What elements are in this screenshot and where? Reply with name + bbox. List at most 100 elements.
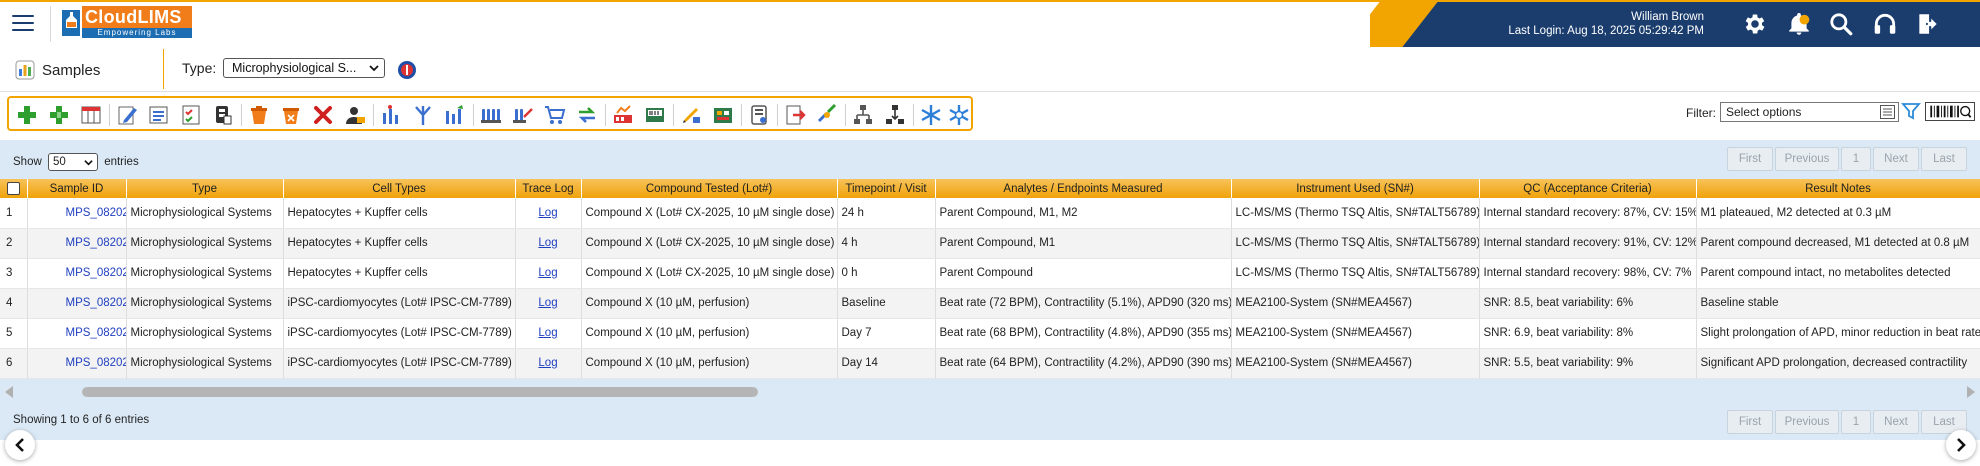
timepoint-cell: Baseline [837, 288, 936, 319]
app-logo[interactable]: CloudLIMS Empowering Labs [60, 6, 192, 40]
trace-log-link[interactable]: Log [538, 357, 557, 369]
sample-id-link[interactable]: MPS_082025-3 [27, 198, 127, 229]
page-size-select[interactable]: 50 [47, 153, 98, 171]
clipboard-stack-icon[interactable] [211, 103, 235, 127]
box-store-icon[interactable] [711, 103, 735, 127]
column-header[interactable]: QC (Acceptance Criteria) [1479, 179, 1697, 198]
cart-icon[interactable] [543, 103, 567, 127]
type-cell: Microphysiological Systems [126, 258, 284, 289]
next-page-button[interactable]: Next [1873, 147, 1919, 171]
search-icon[interactable] [1828, 11, 1854, 37]
select-all-checkbox[interactable] [6, 182, 20, 195]
sample-id-link[interactable]: MPS_082025-1 [27, 258, 127, 289]
trace-log-link[interactable]: Log [538, 207, 557, 219]
chart-stack-icon[interactable] [611, 103, 635, 127]
horizontal-scrollbar[interactable] [0, 383, 1980, 400]
trace-log-cell: Log [515, 318, 582, 349]
column-header[interactable]: Result Notes [1696, 179, 1980, 198]
trace-log-cell: Log [515, 228, 582, 259]
filter-funnel-icon[interactable] [1901, 101, 1921, 121]
scroll-left-arrow-icon[interactable] [5, 386, 13, 398]
chevron-left-icon [15, 438, 24, 452]
column-header[interactable]: Compound Tested (Lot#) [581, 179, 838, 198]
type-cell: Microphysiological Systems [126, 288, 284, 319]
logout-icon[interactable] [1915, 11, 1941, 37]
page-title: Samples [42, 62, 101, 79]
assign-user-icon[interactable] [343, 103, 367, 127]
tree-out-icon[interactable] [883, 103, 907, 127]
hamburger-menu-icon[interactable] [12, 15, 34, 31]
tree-in-icon[interactable] [851, 103, 875, 127]
first-page-button[interactable]: First [1727, 147, 1773, 171]
trace-log-cell: Log [515, 348, 582, 379]
page-1-button[interactable]: 1 [1841, 410, 1871, 434]
column-header[interactable]: Cell Types [283, 179, 516, 198]
table-row[interactable]: 6 MPS_082025-6 Microphysiological System… [0, 348, 1980, 379]
trace-log-link[interactable]: Log [538, 237, 557, 249]
next-page-button[interactable]: Next [1873, 410, 1919, 434]
trace-log-link[interactable]: Log [538, 327, 557, 339]
freeze-icon[interactable] [919, 103, 943, 127]
scrollbar-thumb[interactable] [82, 387, 758, 397]
gear-icon[interactable] [1742, 11, 1768, 37]
export-icon[interactable] [783, 103, 807, 127]
report-icon[interactable] [747, 103, 771, 127]
row-number: 4 [0, 288, 28, 319]
columns-icon[interactable] [79, 103, 103, 127]
fork-icon[interactable] [411, 103, 435, 127]
trace-log-link[interactable]: Log [538, 297, 557, 309]
page-1-button[interactable]: 1 [1841, 147, 1871, 171]
info-globe-icon[interactable] [397, 60, 417, 80]
filter-select[interactable]: Select options [1720, 102, 1899, 122]
table-row[interactable]: 5 MPS_082025-5 Microphysiological System… [0, 318, 1980, 349]
column-header[interactable]: Trace Log [515, 179, 582, 198]
column-header[interactable]: Analytes / Endpoints Measured [935, 179, 1232, 198]
bell-icon[interactable] [1786, 11, 1812, 37]
column-header[interactable]: Type [126, 179, 284, 198]
sample-id-link[interactable]: MPS_082025-6 [27, 348, 127, 379]
type-select[interactable]: Microphysiological S... [223, 58, 385, 78]
previous-page-button[interactable]: Previous [1775, 147, 1839, 171]
checklist-icon[interactable] [179, 103, 203, 127]
edit-icon[interactable] [115, 103, 139, 127]
delete-icon[interactable] [311, 103, 335, 127]
headset-icon[interactable] [1872, 11, 1898, 37]
thaw-icon[interactable] [947, 103, 971, 127]
last-page-button[interactable]: Last [1921, 147, 1967, 171]
aliquot-icon[interactable] [443, 103, 467, 127]
pencil-tag-icon[interactable] [679, 103, 703, 127]
scroll-right-arrow-icon[interactable] [1967, 386, 1975, 398]
link-icon[interactable] [815, 103, 839, 127]
column-header[interactable]: Sample ID [27, 179, 127, 198]
barcode-scan-icon[interactable] [1925, 102, 1975, 121]
test-icon[interactable] [511, 103, 535, 127]
result-notes-cell: M1 plateaued, M2 detected at 0.3 µM [1696, 198, 1980, 229]
column-header[interactable]: Instrument Used (SN#) [1231, 179, 1480, 198]
sample-id-link[interactable]: MPS_082025-4 [27, 288, 127, 319]
sample-id-link[interactable]: MPS_082025-5 [27, 318, 127, 349]
dispose-icon[interactable] [279, 103, 303, 127]
bulk-edit-icon[interactable] [147, 103, 171, 127]
column-header[interactable]: Timepoint / Visit [837, 179, 936, 198]
transfer-icon[interactable] [575, 103, 599, 127]
scroll-left-button[interactable] [5, 430, 35, 460]
select-all-header [0, 179, 28, 198]
table-row[interactable]: 4 MPS_082025-4 Microphysiological System… [0, 288, 1980, 319]
add-icon[interactable] [15, 103, 39, 127]
trace-log-link[interactable]: Log [538, 267, 557, 279]
table-row[interactable]: 3 MPS_082025-1 Microphysiological System… [0, 258, 1980, 289]
discard-icon[interactable] [247, 103, 271, 127]
table-row[interactable]: 2 MPS_082025-2 Microphysiological System… [0, 228, 1980, 259]
barcode-print-icon[interactable] [643, 103, 667, 127]
list-options-icon [1880, 105, 1895, 119]
row-number: 5 [0, 318, 28, 349]
first-page-button[interactable]: First [1727, 410, 1773, 434]
pagination-bottom: First Previous 1 Next Last [1727, 410, 1967, 434]
add-child-icon[interactable] [47, 103, 71, 127]
scroll-right-button[interactable] [1946, 430, 1976, 460]
pool-icon[interactable] [479, 103, 503, 127]
sample-id-link[interactable]: MPS_082025-2 [27, 228, 127, 259]
split-icon[interactable] [379, 103, 403, 127]
table-row[interactable]: 1 MPS_082025-3 Microphysiological System… [0, 198, 1980, 229]
previous-page-button[interactable]: Previous [1775, 410, 1839, 434]
